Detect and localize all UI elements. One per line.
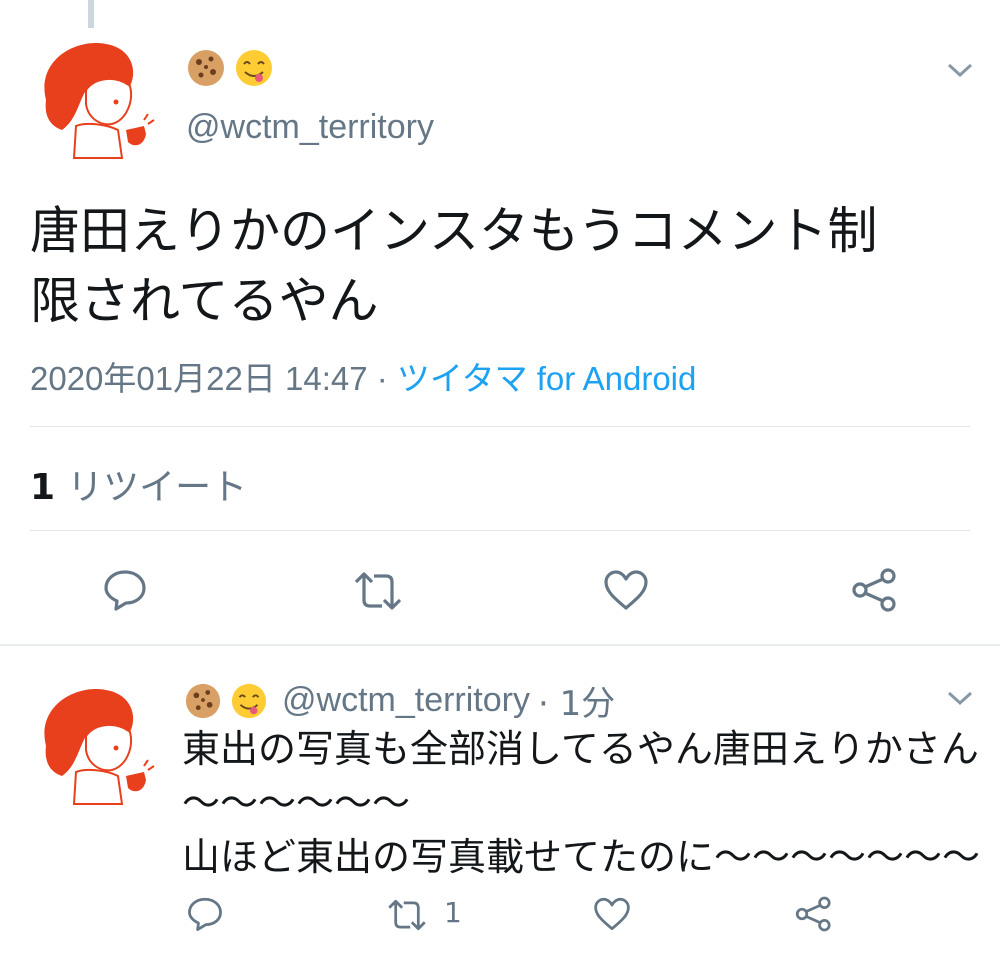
tweet-text-line: 唐田えりかのインスタもうコメント制 [30, 202, 878, 260]
reply-icon[interactable] [186, 896, 224, 932]
reply-time: · 1分 [537, 684, 616, 724]
share-icon[interactable] [850, 566, 900, 614]
display-name-emoji [186, 48, 274, 88]
retweet-stats[interactable]: 1 リツイート [30, 458, 247, 510]
timestamp: 2020年01月22日 14:47 [30, 360, 368, 397]
retweet-label: リツイート [67, 467, 248, 508]
reply-text-line: 山ほど東出の写真載せてたのに〜〜〜〜〜〜〜 [182, 835, 981, 879]
meta-separator: · [367, 360, 397, 397]
divider [30, 426, 970, 427]
divider [30, 530, 970, 531]
tweet-text: 唐田えりかのインスタもうコメント制 限されてるやん [30, 196, 970, 336]
client-link[interactable]: ツイタマ for Android [397, 360, 696, 397]
share-icon[interactable] [794, 894, 834, 934]
thread-connector-line [88, 0, 94, 28]
reply-text-line: 東出の写真も全部消してるやん唐田えりかさん [182, 727, 979, 771]
user-handle[interactable]: @wctm_territory [186, 108, 434, 147]
reply-avatar[interactable] [26, 676, 162, 812]
tweet-meta: 2020年01月22日 14:47 · ツイタマ for Android [30, 352, 696, 400]
like-heart-icon[interactable] [592, 896, 632, 932]
reply-handle[interactable]: @wctm_territory [282, 681, 530, 720]
cookie-emoji [184, 682, 222, 720]
avatar[interactable] [26, 30, 162, 166]
reply-text-line: 〜〜〜〜〜〜 [182, 781, 411, 825]
chevron-down-icon[interactable] [946, 60, 974, 80]
reply-header: @wctm_territory · 1分 [184, 676, 615, 725]
yum-face-emoji [234, 48, 274, 88]
retweet-count: 1 [30, 467, 56, 508]
like-heart-icon[interactable] [602, 568, 650, 612]
tweet-text-line: 限されてるやん [30, 272, 379, 330]
retweet-icon[interactable] [352, 570, 404, 612]
reply-icon[interactable] [102, 568, 148, 612]
reply-retweet-count: 1 [444, 896, 462, 929]
reply-text: 東出の写真も全部消してるやん唐田えりかさん 〜〜〜〜〜〜 山ほど東出の写真載せて… [182, 722, 982, 884]
yum-face-emoji [230, 682, 268, 720]
chevron-down-icon[interactable] [946, 688, 974, 708]
section-divider [0, 644, 1000, 646]
retweet-icon[interactable] [386, 898, 428, 932]
cookie-emoji [186, 48, 226, 88]
